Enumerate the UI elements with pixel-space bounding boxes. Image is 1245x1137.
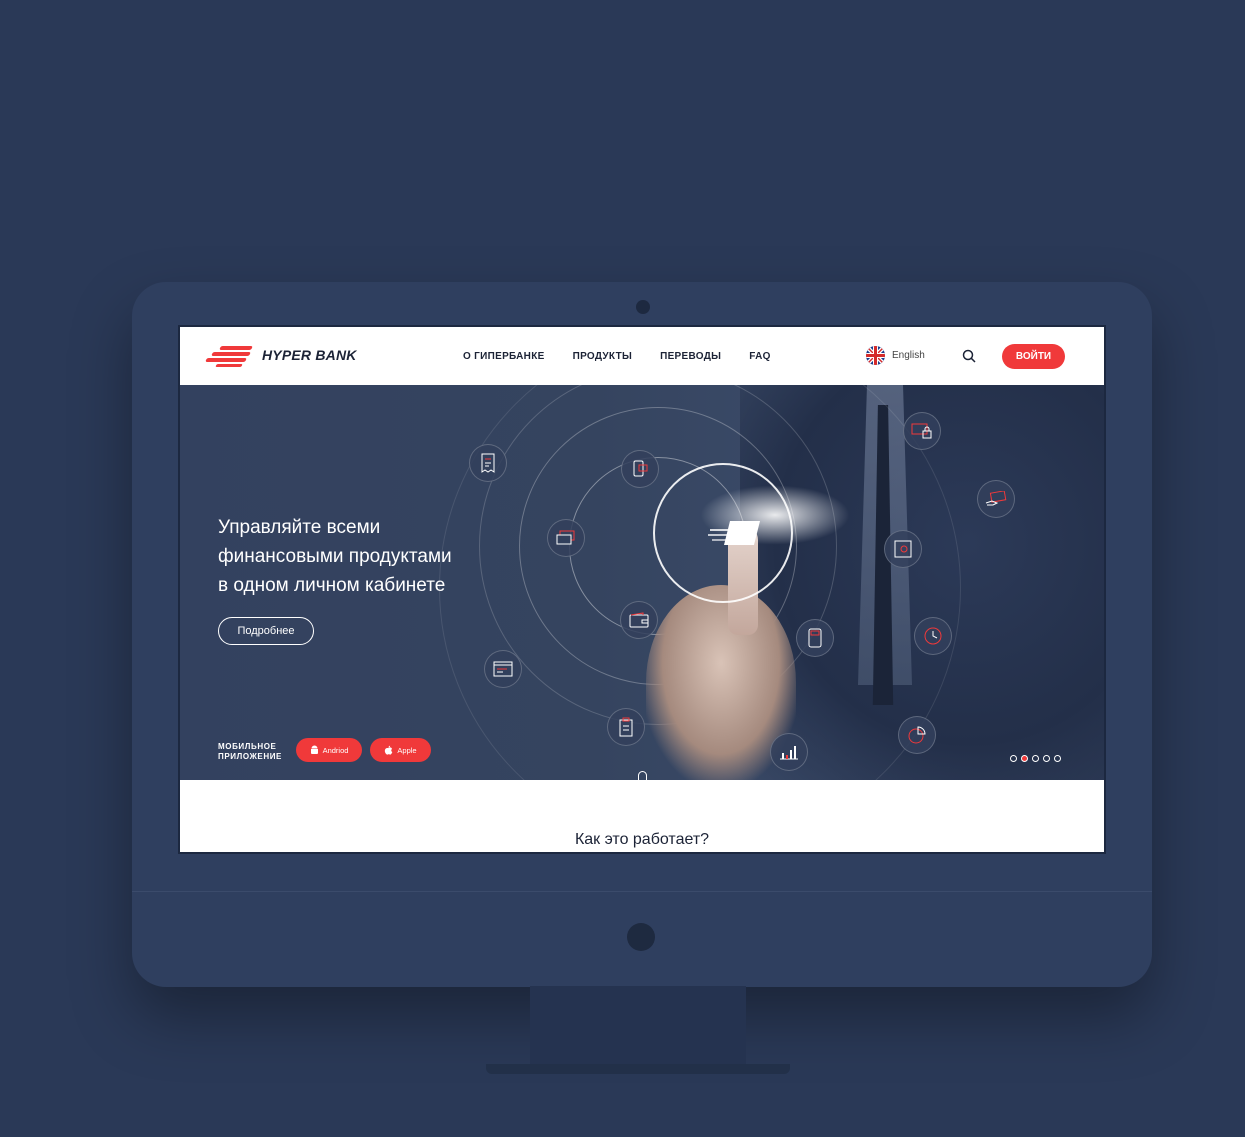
hero-title-line: финансовыми продуктами xyxy=(218,546,452,567)
slider-dot-4[interactable] xyxy=(1043,755,1050,762)
hero-title: Управляйте всеми финансовыми продуктами … xyxy=(218,513,478,600)
slider-dot-1[interactable] xyxy=(1010,755,1017,762)
mobile-app-label: МОБИЛЬНОЕ ПРИЛОЖЕНИЕ xyxy=(218,742,293,762)
hero-title-line: Управляйте всеми xyxy=(218,517,381,538)
receipt-icon[interactable] xyxy=(469,444,507,482)
android-label: Andriod xyxy=(322,745,349,755)
search-icon[interactable] xyxy=(962,349,976,363)
section-title: Как это работает? xyxy=(574,831,710,848)
card-hand-icon[interactable] xyxy=(977,480,1015,518)
logo[interactable]: HYPER BANK xyxy=(205,343,357,367)
clipboard-icon[interactable] xyxy=(607,708,645,746)
slider-dots xyxy=(1010,755,1061,762)
glowing-card-icon xyxy=(708,519,764,547)
nav-item-transfers[interactable]: ПЕРЕВОДЫ xyxy=(660,351,721,362)
nav-item-about[interactable]: О ГИПЕРБАНКЕ xyxy=(463,351,545,362)
site-header: HYPER BANK О ГИПЕРБАНКЕ ПРОДУКТЫ ПЕРЕВОД… xyxy=(180,327,1104,385)
phone-transfer-icon[interactable] xyxy=(621,450,659,488)
slider-dot-5[interactable] xyxy=(1054,755,1061,762)
wallet-icon[interactable] xyxy=(620,601,658,639)
monitor-button xyxy=(627,923,655,951)
mobile-app-label-line: МОБИЛЬНОЕ xyxy=(218,742,277,751)
screen: HYPER BANK О ГИПЕРБАНКЕ ПРОДУКТЫ ПЕРЕВОД… xyxy=(178,325,1106,854)
android-icon xyxy=(310,745,318,754)
mobile-app-label-line: ПРИЛОЖЕНИЕ xyxy=(218,752,282,761)
nav-item-faq[interactable]: FAQ xyxy=(749,351,770,362)
apple-button[interactable]: Apple xyxy=(370,738,431,762)
apple-icon xyxy=(385,745,393,755)
browser-icon[interactable] xyxy=(484,650,522,688)
pie-chart-icon[interactable] xyxy=(898,716,936,754)
uk-flag-icon xyxy=(866,346,885,365)
bar-chart-icon[interactable] xyxy=(770,733,808,771)
language-switcher[interactable]: English xyxy=(866,346,925,365)
pos-terminal-icon[interactable] xyxy=(796,619,834,657)
monitor-stand xyxy=(530,986,746,1068)
safe-icon[interactable] xyxy=(884,530,922,568)
camera-dot xyxy=(636,300,650,314)
language-label: English xyxy=(892,350,925,361)
main-nav: О ГИПЕРБАНКЕ ПРОДУКТЫ ПЕРЕВОДЫ FAQ xyxy=(463,351,771,362)
scroll-down-icon[interactable] xyxy=(638,771,647,780)
hero-title-line: в одном личном кабинете xyxy=(218,575,446,596)
monitor-divider xyxy=(132,891,1152,892)
credit-cards-icon[interactable] xyxy=(547,519,585,557)
slider-dot-2[interactable] xyxy=(1021,755,1028,762)
card-lock-icon[interactable] xyxy=(903,412,941,450)
brand-name: HYPER BANK xyxy=(262,347,357,363)
slider-dot-3[interactable] xyxy=(1032,755,1039,762)
login-button[interactable]: ВОЙТИ xyxy=(1002,344,1065,369)
logo-mark-icon xyxy=(205,343,258,367)
nav-item-products[interactable]: ПРОДУКТЫ xyxy=(573,351,633,362)
hero-banner: Управляйте всеми финансовыми продуктами … xyxy=(180,385,1104,780)
monitor-stand-base xyxy=(486,1064,790,1074)
android-button[interactable]: Andriod xyxy=(296,738,362,762)
more-button[interactable]: Подробнее xyxy=(218,617,314,645)
apple-label: Apple xyxy=(397,745,417,755)
clock-icon[interactable] xyxy=(914,617,952,655)
